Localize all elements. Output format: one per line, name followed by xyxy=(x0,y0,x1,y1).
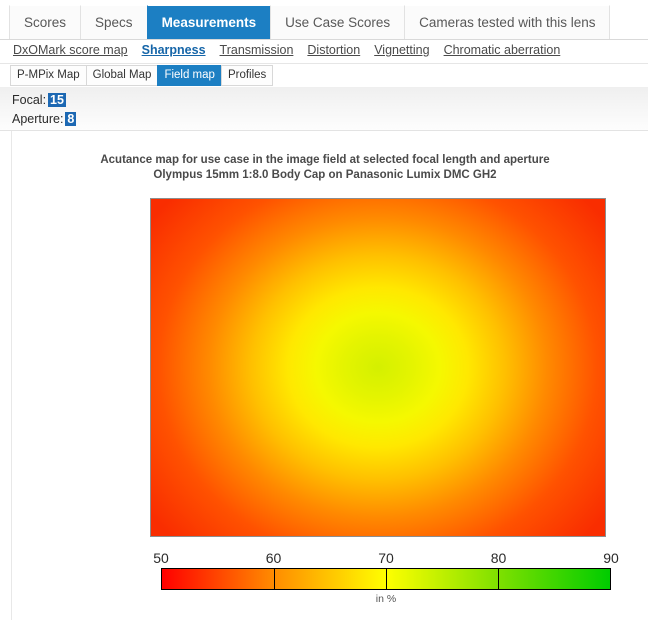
aperture-control: Aperture: 8 xyxy=(12,112,77,126)
parameter-bar: Focal: 15 Aperture: 8 xyxy=(0,87,648,131)
measurement-subnav-list: DxOMark score map Sharpness Transmission… xyxy=(13,43,560,57)
colorbar-tick-50: 50 xyxy=(153,550,169,566)
sharpness-view-tab-list: P-MPix Map Global Map Field map Profiles xyxy=(10,65,274,86)
colorbar-tick-60: 60 xyxy=(265,550,282,566)
tab-cameras-tested-label: Cameras tested with this lens xyxy=(419,15,596,30)
tab-measurements[interactable]: Measurements xyxy=(146,5,272,39)
subnav-link-distortion[interactable]: Distortion xyxy=(307,43,360,57)
tab-specs-label: Specs xyxy=(95,15,133,30)
aperture-label: Aperture: xyxy=(12,112,64,126)
colorbar-unit-label: in % xyxy=(375,593,397,605)
field-map-panel: Acutance map for use case in the image f… xyxy=(11,131,648,620)
colorbar-tick-90: 90 xyxy=(603,550,619,566)
tab-scores-label: Scores xyxy=(24,15,67,30)
colorbar-separator-80 xyxy=(498,569,499,589)
colorbar-tick-80: 80 xyxy=(490,550,507,566)
tab-use-case-scores-label: Use Case Scores xyxy=(285,15,391,30)
tab-measurements-label: Measurements xyxy=(161,15,257,30)
minitab-global-map[interactable]: Global Map xyxy=(85,65,159,86)
focal-label: Focal: xyxy=(12,93,47,107)
minitab-profiles[interactable]: Profiles xyxy=(220,65,274,86)
tab-specs[interactable]: Specs xyxy=(80,5,148,39)
colorbar-tick-labels: 50 60 70 80 90 xyxy=(150,550,619,568)
chart-title-block: Acutance map for use case in the image f… xyxy=(12,153,638,183)
chart-title: Acutance map for use case in the image f… xyxy=(100,154,550,166)
subnav-link-transmission[interactable]: Transmission xyxy=(220,43,294,57)
minitab-profiles-label: Profiles xyxy=(227,69,267,81)
minitab-global-map-label: Global Map xyxy=(92,69,152,81)
tab-use-case-scores[interactable]: Use Case Scores xyxy=(270,5,406,39)
acutance-heatmap xyxy=(150,198,606,537)
tab-cameras-tested[interactable]: Cameras tested with this lens xyxy=(404,5,611,39)
primary-tab-bar: Scores Specs Measurements Use Case Score… xyxy=(0,0,648,40)
subnav-link-chromatic-aberration[interactable]: Chromatic aberration xyxy=(444,43,561,57)
acutance-heatmap-surface xyxy=(151,199,605,536)
subnav-link-vignetting[interactable]: Vignetting xyxy=(374,43,429,57)
colorbar xyxy=(161,568,611,590)
minitab-field-map[interactable]: Field map xyxy=(157,65,222,86)
minitab-field-map-label: Field map xyxy=(164,69,215,81)
focal-control: Focal: 15 xyxy=(12,93,66,107)
focal-value-selector[interactable]: 15 xyxy=(48,93,66,107)
minitab-p-mpix-map-label: P-MPix Map xyxy=(17,69,80,81)
aperture-value-selector[interactable]: 8 xyxy=(65,112,77,126)
primary-tab-list: Scores Specs Measurements Use Case Score… xyxy=(9,5,611,40)
subnav-link-sharpness[interactable]: Sharpness xyxy=(142,43,206,57)
sharpness-view-tabs: P-MPix Map Global Map Field map Profiles xyxy=(0,65,648,86)
measurement-subnav: DxOMark score map Sharpness Transmission… xyxy=(0,40,648,64)
chart-subtitle: Olympus 15mm 1:8.0 Body Cap on Panasonic… xyxy=(153,169,497,181)
tab-scores[interactable]: Scores xyxy=(9,5,82,39)
minitab-p-mpix-map[interactable]: P-MPix Map xyxy=(10,65,87,86)
colorbar-separator-70 xyxy=(386,569,387,589)
colorbar-separator-60 xyxy=(274,569,275,589)
colorbar-tick-70: 70 xyxy=(378,550,394,566)
subnav-link-dxomark-score-map[interactable]: DxOMark score map xyxy=(13,43,128,57)
